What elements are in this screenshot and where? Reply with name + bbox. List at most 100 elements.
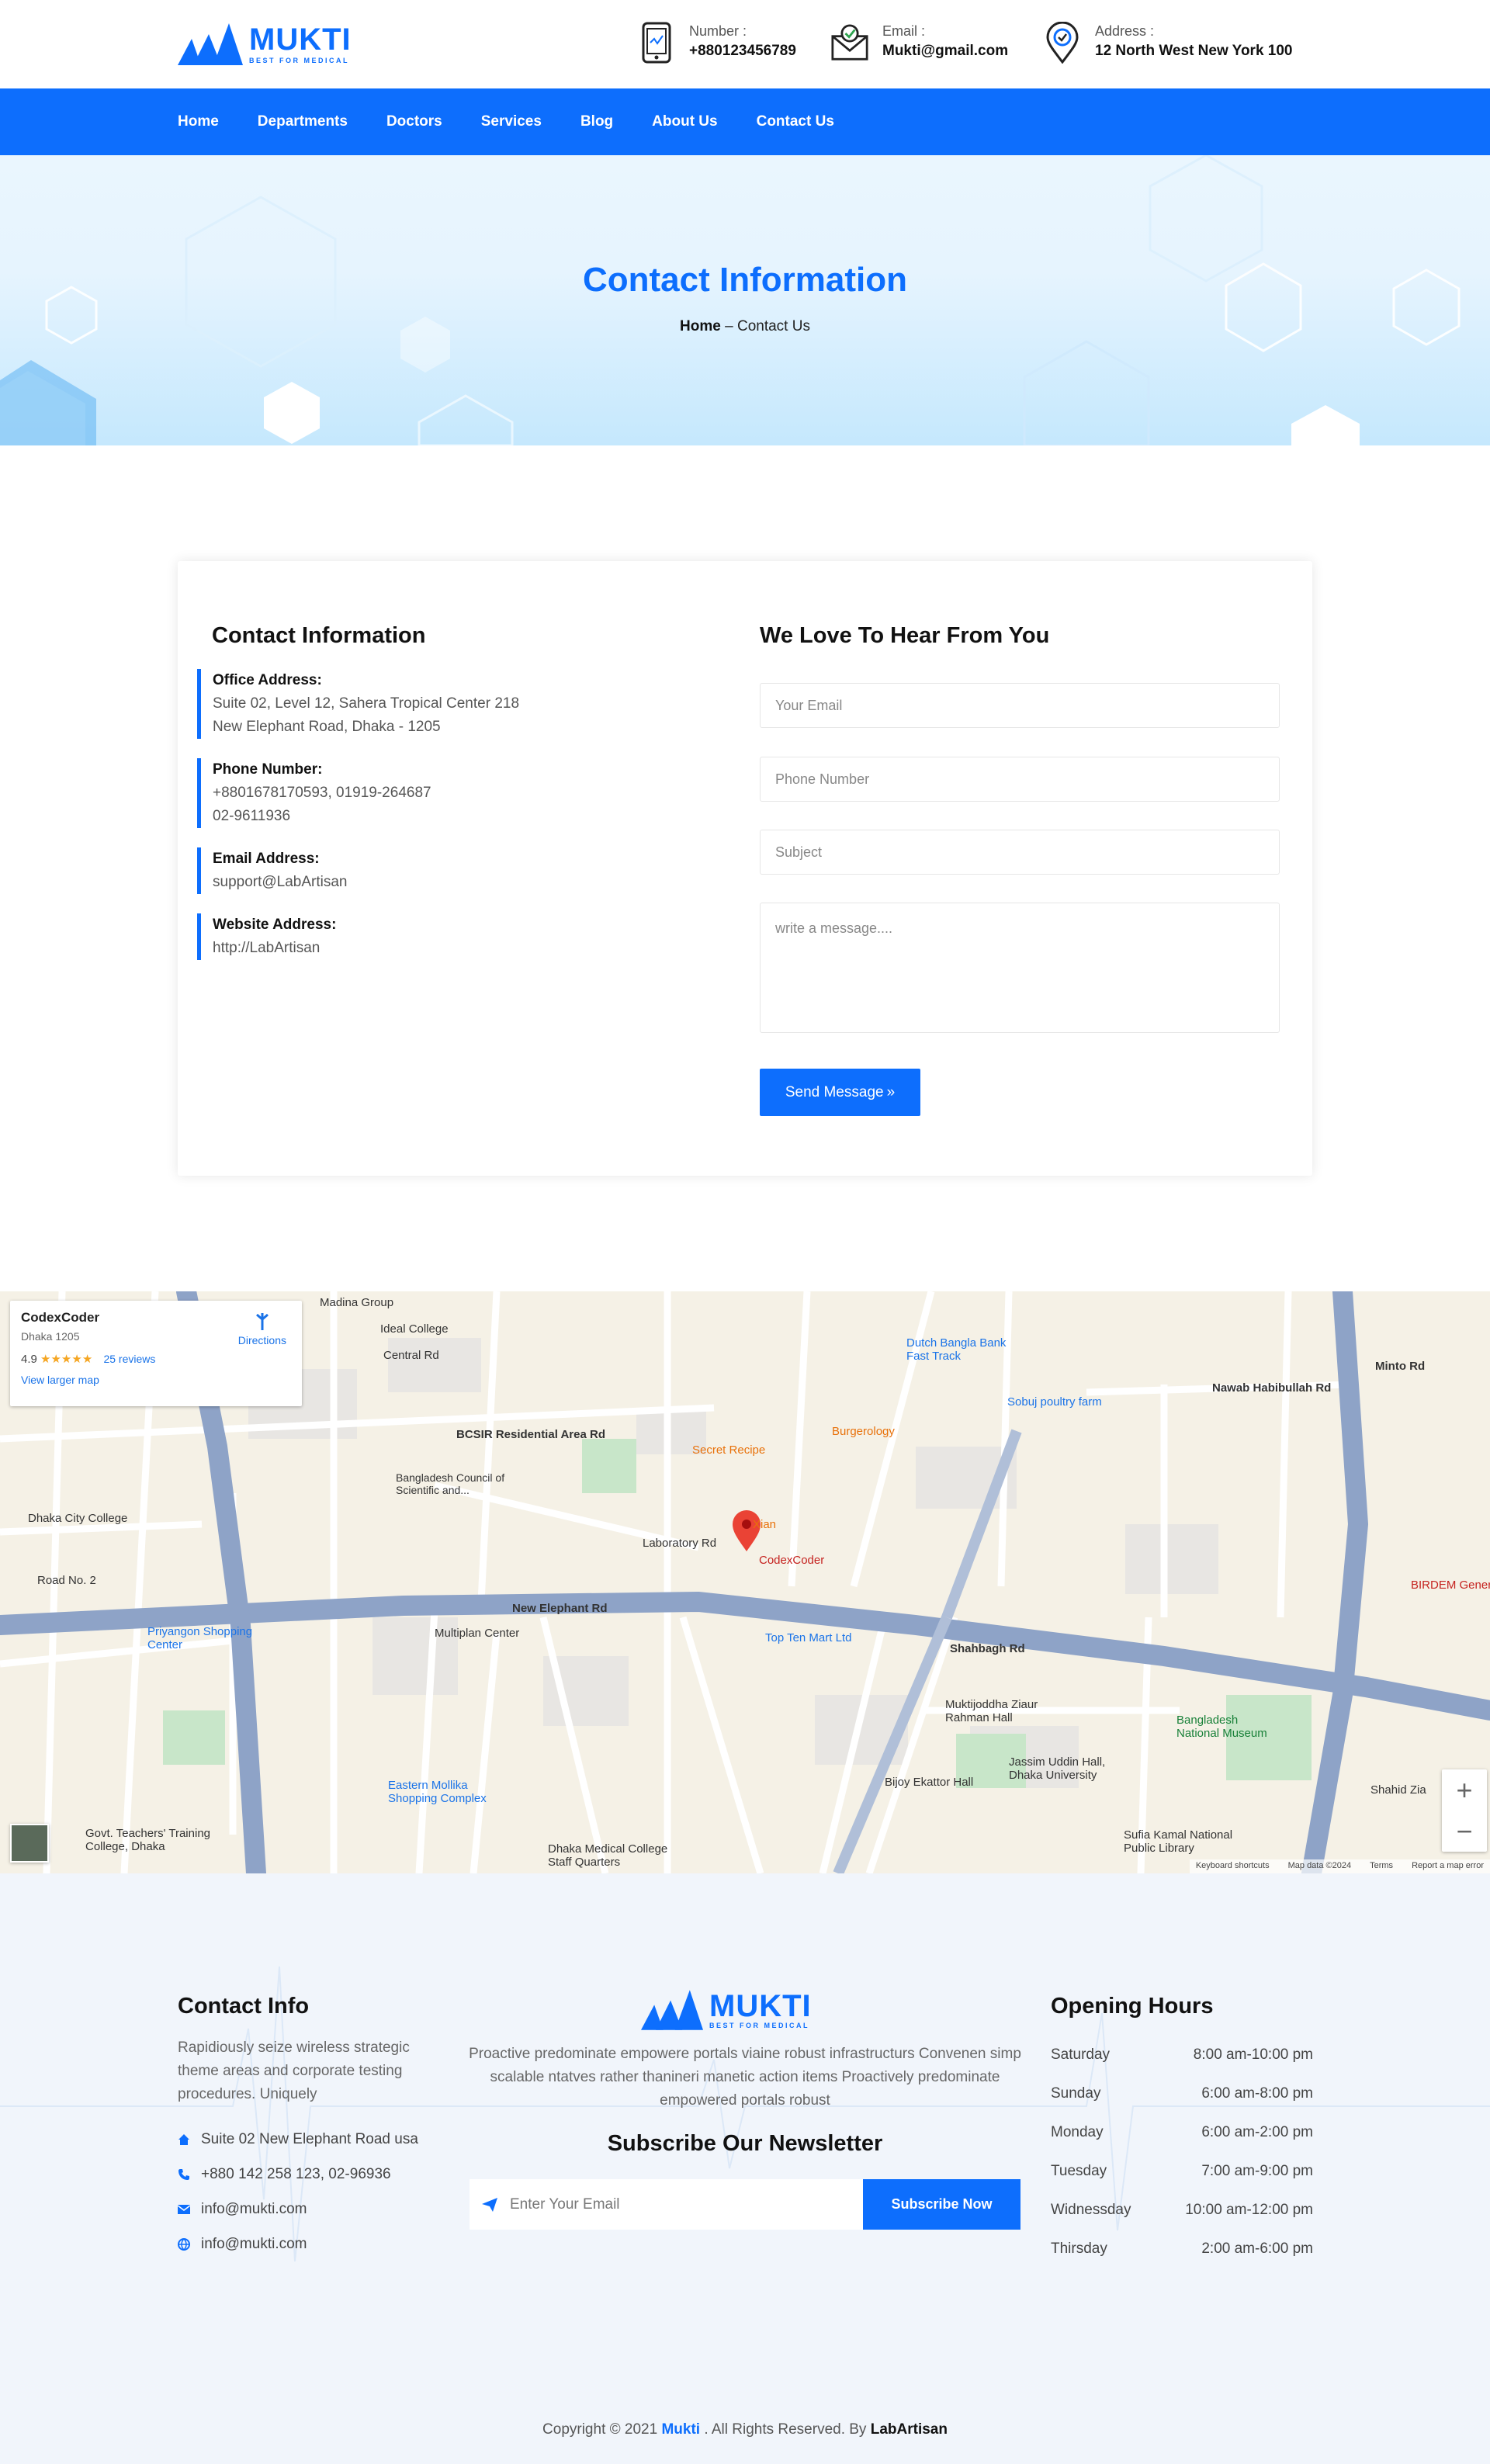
nav-services[interactable]: Services [481, 113, 542, 130]
breadcrumb-current: Contact Us [736, 318, 810, 334]
hours-time: 2:00 am-6:00 pm [1201, 2240, 1313, 2257]
message-textarea[interactable]: write a message.... [760, 903, 1280, 1033]
map-data-text: Map data ©2024 [1287, 1861, 1352, 1870]
hours-time: 6:00 am-8:00 pm [1201, 2085, 1313, 2102]
map-label: BIRDEM General Hosp [1411, 1579, 1490, 1592]
keyboard-shortcuts-link[interactable]: Keyboard shortcuts [1196, 1861, 1270, 1872]
map-label: Shahbagh Rd [950, 1642, 1025, 1655]
map-label: Top Ten Mart Ltd [765, 1631, 852, 1644]
google-map[interactable]: Madina Group Ideal College Central Rd BC… [0, 1291, 1490, 1873]
logo-mark-icon [178, 23, 243, 65]
terms-link[interactable]: Terms [1370, 1861, 1393, 1872]
hours-time: 6:00 am-2:00 pm [1201, 2124, 1313, 2140]
hours-day: Thirsday [1051, 2240, 1107, 2257]
opening-hours-title: Opening Hours [1051, 1994, 1214, 2019]
phone-icon [638, 22, 675, 64]
email-field[interactable]: Your Email [760, 683, 1280, 728]
double-chevron-right-icon: » [886, 1083, 896, 1100]
directions-icon [255, 1313, 269, 1330]
footer-website-text[interactable]: info@mukti.com [201, 2236, 307, 2253]
map-label: Xian [753, 1518, 777, 1531]
footer-about: Proactive predominate empowere portals v… [466, 2043, 1024, 2112]
map-label: Eastern Mollika Shopping Complex [388, 1779, 487, 1805]
map-label: Burgerology [832, 1425, 895, 1438]
report-error-link[interactable]: Report a map error [1412, 1861, 1484, 1872]
map-label: Dutch Bangla Bank Fast Track [906, 1336, 1007, 1363]
email-address-value[interactable]: support@LabArtisan [213, 871, 632, 894]
address-label: Address : [1095, 23, 1155, 39]
copyright-brand-link[interactable]: Mukti [661, 2421, 700, 2438]
office-address-label: Office Address: [213, 672, 322, 688]
map-satellite-toggle[interactable] [10, 1824, 49, 1863]
map-label: Road No. 2 [37, 1574, 96, 1587]
email-address: Email Address: support@LabArtisan [197, 847, 632, 894]
footer-email-2: info@mukti.com [178, 2236, 307, 2253]
envelope-icon [831, 22, 868, 64]
nav-about-us[interactable]: About Us [652, 113, 717, 130]
zoom-in-button[interactable]: + [1442, 1769, 1487, 1811]
email-label: Email : [882, 23, 926, 39]
copyright-author-link[interactable]: LabArtisan [871, 2421, 948, 2438]
map-label: Shahid Zia [1370, 1783, 1426, 1797]
hours-day: Tuesday [1051, 2163, 1107, 2179]
subscribe-button[interactable]: Subscribe Now [863, 2179, 1020, 2230]
map-rating: 4.9 ★★★★★ 25 reviews [21, 1352, 291, 1366]
nav-blog[interactable]: Blog [580, 113, 613, 130]
copyright-mid: . All Rights Reserved. By [704, 2421, 867, 2438]
location-pin-icon [1044, 22, 1081, 64]
map-label: Central Rd [383, 1349, 439, 1362]
directions-button[interactable]: Directions [238, 1312, 286, 1346]
hours-row: Thirsday 2:00 am-6:00 pm [1051, 2240, 1313, 2258]
map-reviews-link[interactable]: 25 reviews [103, 1353, 155, 1365]
zoom-out-button[interactable]: − [1442, 1811, 1487, 1852]
phone-icon [178, 2168, 190, 2181]
hours-day: Sunday [1051, 2085, 1101, 2102]
hours-time: 10:00 am-12:00 pm [1185, 2202, 1313, 2218]
map-label: Govt. Teachers' Training College, Dhaka [85, 1827, 211, 1853]
subject-field[interactable]: Subject [760, 830, 1280, 875]
email-value[interactable]: Mukti@gmail.com [882, 40, 1008, 63]
map-zoom-controls: + − [1442, 1769, 1487, 1852]
phone-field[interactable]: Phone Number [760, 757, 1280, 802]
office-address-line1: Suite 02, Level 12, Sahera Tropical Cent… [213, 695, 520, 712]
map-label: Ideal College [380, 1322, 449, 1336]
office-address-line2: New Elephant Road, Dhaka - 1205 [213, 719, 441, 735]
contact-card: Contact Information Office Address: Suit… [178, 561, 1312, 1176]
map-label: BCSIR Residential Area Rd [456, 1428, 605, 1441]
map-label: Madina Group [320, 1296, 394, 1309]
footer-email-text[interactable]: info@mukti.com [201, 2201, 307, 2218]
website-address-value[interactable]: http://LabArtisan [213, 937, 632, 960]
hexagon-pattern-decoration [0, 155, 1461, 445]
view-larger-map-link[interactable]: View larger map [21, 1374, 291, 1386]
hours-time: 7:00 am-9:00 pm [1201, 2163, 1313, 2179]
footer-logo[interactable]: MUKTI BEST FOR MEDICAL [641, 1990, 812, 2030]
phone-number-line1: +8801678170593, 01919-264687 [213, 785, 431, 801]
contact-info-title: Contact Information [212, 623, 426, 648]
map-attribution: Keyboard shortcuts Map data ©2024 Terms … [1189, 1859, 1490, 1873]
main-nav: Home Departments Doctors Services Blog A… [0, 88, 1490, 155]
hours-time: 8:00 am-10:00 pm [1193, 2046, 1313, 2063]
hours-row: Widnessday 10:00 am-12:00 pm [1051, 2202, 1313, 2219]
phone-number-line2: 02-9611936 [213, 808, 291, 824]
map-label: Multiplan Center [435, 1627, 520, 1640]
send-message-button[interactable]: Send Message » [760, 1069, 920, 1116]
footer-phone: +880 142 258 123, 02-96936 [178, 2166, 391, 2183]
nav-doctors[interactable]: Doctors [386, 113, 442, 130]
map-label: Bijoy Ekattor Hall [885, 1776, 974, 1789]
phone-number: Phone Number: +8801678170593, 01919-2646… [197, 758, 632, 828]
brand-logo[interactable]: MUKTI BEST FOR MEDICAL [178, 23, 352, 65]
envelope-icon [178, 2203, 190, 2216]
footer-brand-name: MUKTI [709, 1989, 812, 2023]
address-value: 12 North West New York 100 [1095, 43, 1293, 59]
nav-home[interactable]: Home [178, 113, 219, 130]
star-rating-icon: ★★★★★ [40, 1353, 93, 1366]
brand-name: MUKTI [249, 23, 352, 57]
hours-row: Tuesday 7:00 am-9:00 pm [1051, 2163, 1313, 2180]
newsletter-input[interactable]: Enter Your Email [470, 2196, 863, 2213]
send-message-label: Send Message [785, 1083, 884, 1100]
nav-departments[interactable]: Departments [258, 113, 348, 130]
breadcrumb-home[interactable]: Home [680, 318, 721, 334]
copyright-prefix: Copyright © 2021 [542, 2421, 658, 2438]
map-label: New Elephant Rd [512, 1602, 608, 1615]
nav-contact-us[interactable]: Contact Us [757, 113, 834, 130]
